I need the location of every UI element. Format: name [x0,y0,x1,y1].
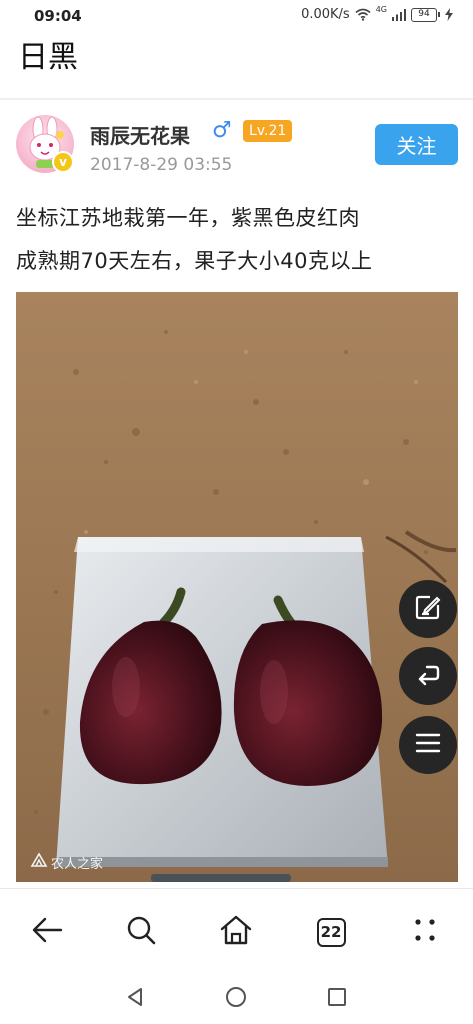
status-bar: 09:04 0.00K/s 4G 94 [0,0,473,32]
search-button[interactable] [119,910,163,954]
home-button[interactable] [214,910,258,954]
tabs-icon: 22 [316,917,346,947]
back-button[interactable] [25,910,69,954]
watermark-logo-icon [30,852,48,872]
verified-badge: v [52,151,74,173]
post-timestamp: 2017-8-29 03:55 [90,155,233,175]
search-icon [125,914,157,950]
signal-icon [392,8,406,21]
system-home-button[interactable] [221,984,251,1014]
status-time: 09:04 [34,7,82,25]
edit-icon [413,592,443,626]
system-nav-bar [0,972,473,1024]
reply-fab[interactable] [399,647,457,705]
tabs-button[interactable]: 22 [309,910,353,954]
network-type: 4G [375,5,387,14]
page-title: 日黑 [18,40,78,75]
nav-home-icon [225,986,247,1012]
menu-icon [413,728,443,762]
reply-icon [413,659,443,693]
fig-photo-illustration [16,292,458,882]
gender-male-icon: ♂ [212,118,232,143]
status-indicators: 0.00K/s 4G 94 [301,5,453,22]
more-button[interactable] [403,910,447,954]
net-speed: 0.00K/s [301,7,350,22]
watermark-text: 农人之家 [51,856,104,872]
more-icon [410,915,440,949]
photo-watermark: 农人之家 [30,852,103,872]
battery-icon: 94 [411,7,440,22]
menu-fab[interactable] [399,716,457,774]
level-badge: Lv.21 [243,120,293,142]
edit-fab[interactable] [399,580,457,638]
author-name[interactable]: 雨辰无花果 [90,120,190,149]
post-text-line: 坐标江苏地栽第一年，紫黑色皮红肉 [16,206,360,230]
browser-toolbar: 22 [0,896,473,968]
system-back-button[interactable] [120,984,150,1014]
divider [0,888,473,889]
back-arrow-icon [31,916,63,948]
divider [0,98,473,100]
system-recents-button[interactable] [322,984,352,1014]
follow-button[interactable]: 关注 [375,124,458,165]
nav-back-icon [124,986,146,1012]
charging-icon [445,8,453,21]
post-text-line: 成熟期70天左右，果子大小40克以上 [16,249,373,273]
home-icon [219,914,253,950]
app-screen: 09:04 0.00K/s 4G 94 日黑 v 雨辰无花果 ♂ Lv.21 2… [0,0,473,1024]
nav-recents-icon [326,986,348,1012]
battery-level: 94 [411,7,437,22]
wifi-icon [355,8,371,21]
post-photo[interactable] [16,292,458,882]
